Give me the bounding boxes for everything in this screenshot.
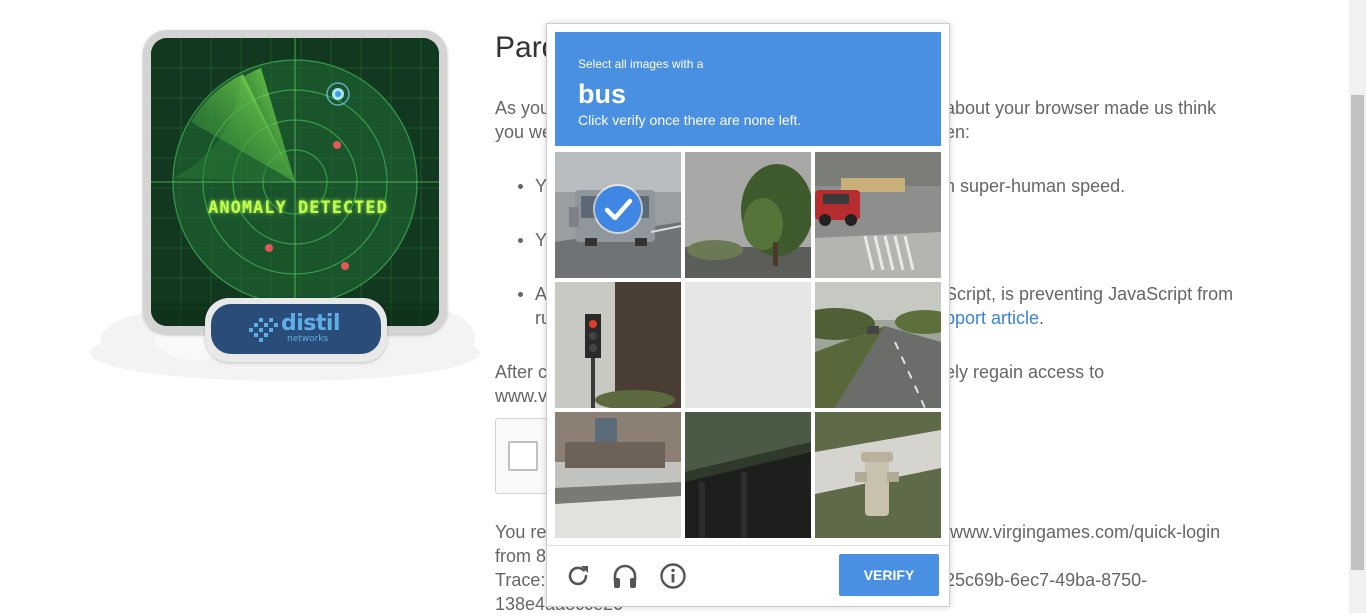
verify-button[interactable]: VERIFY [839,554,939,596]
instruction-line: Click verify once there are none left. [578,112,802,128]
brand-word: distil [281,311,340,336]
tile-image [685,152,811,278]
captcha-instruction-header: Select all images with a bus Click verif… [555,32,941,146]
captcha-tile-2[interactable] [685,152,811,278]
tile-image [685,412,811,538]
distil-logo-icon [249,318,278,342]
reached-text: You re [495,522,547,542]
audio-headphones-icon[interactable] [610,561,640,591]
captcha-tile-3[interactable] [815,152,941,278]
selected-checkmark-icon [595,186,641,232]
page-scrollbar[interactable] [1349,0,1366,613]
tile-image [815,412,941,538]
captcha-tile-6[interactable] [815,282,941,408]
info-icon[interactable] [658,561,688,591]
bullet-dot [518,184,523,189]
bullet-text: Script, is preventing JavaScript from [945,284,1234,304]
tile-image [815,282,941,408]
trace-label: Trace: [495,570,546,590]
captcha-tile-8[interactable] [685,412,811,538]
period-text: . [1039,308,1045,328]
instruction-line: Select all images with a [578,57,704,71]
target-object-word: bus [578,79,627,109]
scrollbar-thumb[interactable] [1351,95,1364,570]
radar-text: ANOMALY DETECTED [208,198,388,218]
after-text: www.v [495,386,548,406]
intro-text: you we [495,122,553,142]
intro-text: As you [495,98,551,118]
intro-text: about your browser made us think [945,98,1217,118]
reached-text: /www.virgingames.com/quick-login [945,522,1221,542]
reload-icon[interactable] [563,561,593,591]
bullet-text: h super-human speed. [945,176,1126,196]
brand-badge: distil networks [211,304,381,354]
tile-image [555,412,681,538]
tile-image [555,282,681,408]
captcha-tile-1[interactable] [555,152,681,278]
anomaly-illustration: ANOMALY DETECTED distil networks [85,28,485,388]
brand-subtitle: networks [287,334,329,344]
support-article-link[interactable]: pport article [945,308,1039,328]
footer-divider [547,545,949,546]
captcha-checkbox[interactable] [508,441,538,471]
captcha-tile-7[interactable] [555,412,681,538]
captcha-tile-5[interactable] [685,282,811,408]
captcha-image-grid [555,152,941,538]
bullet-dot [518,292,523,297]
tile-image [685,282,811,408]
trace-id: 25c69b-6ec7-49ba-8750- [945,570,1148,590]
after-text: After c [495,362,548,382]
bullet-dot [518,238,523,243]
after-text: ely regain access to [945,362,1105,382]
captcha-challenge-popup: Select all images with a bus Click verif… [546,23,950,607]
radar-screen: ANOMALY DETECTED [151,38,439,326]
captcha-tile-9[interactable] [815,412,941,538]
reached-text: from 8 [495,546,547,566]
captcha-tile-4[interactable] [555,282,681,408]
tile-image [815,152,941,278]
